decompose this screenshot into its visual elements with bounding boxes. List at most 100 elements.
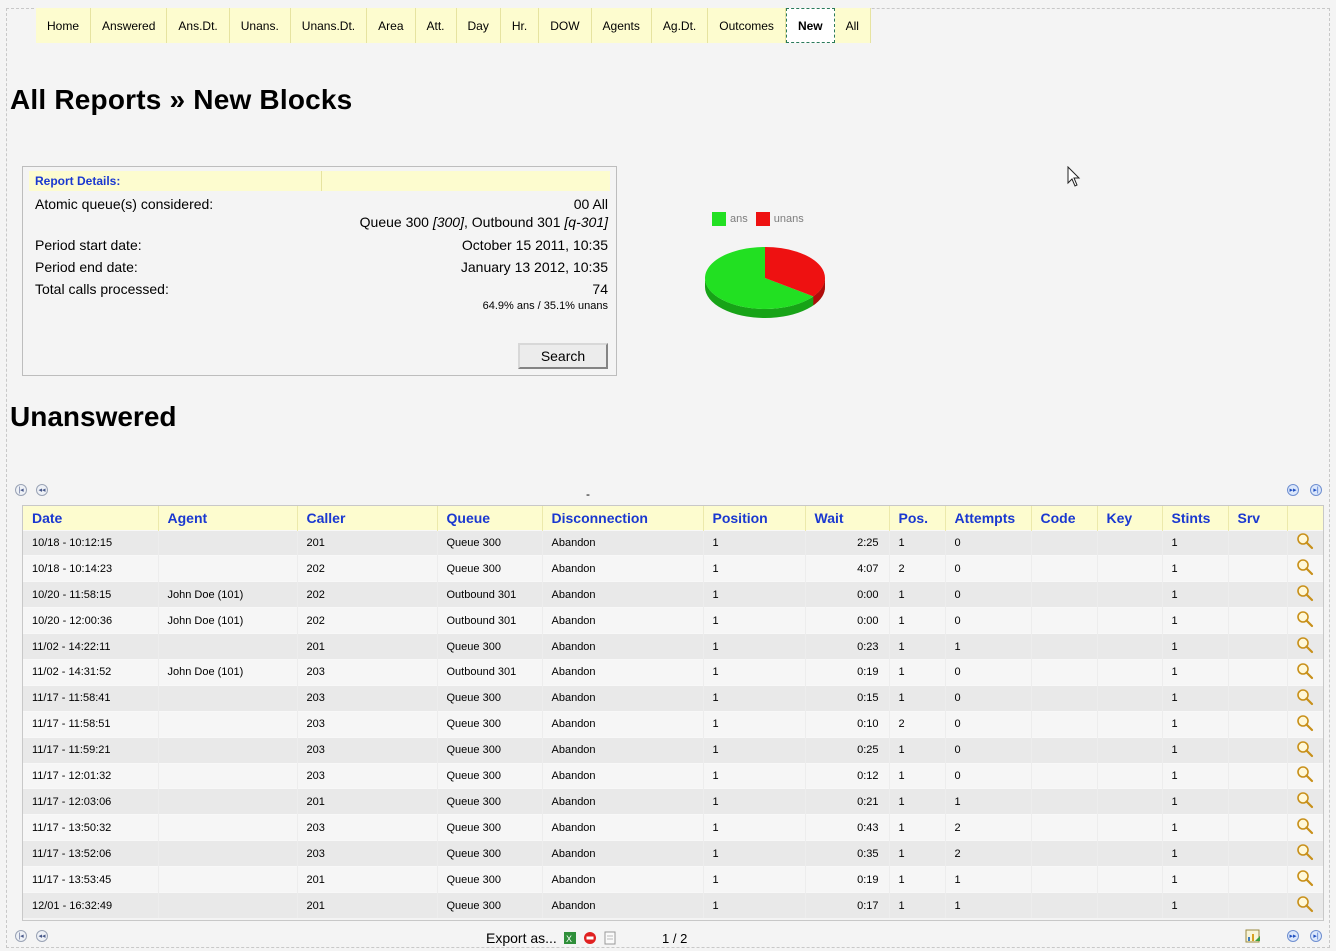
table-cell: 201 xyxy=(297,633,438,660)
column-header[interactable]: Srv xyxy=(1228,506,1288,530)
tab-unans-dt[interactable]: Unans.Dt. xyxy=(290,8,368,43)
magnifier-icon[interactable] xyxy=(1296,765,1314,783)
magnifier-icon[interactable] xyxy=(1296,584,1314,602)
tab-answered[interactable]: Answered xyxy=(91,8,168,43)
magnifier-icon[interactable] xyxy=(1296,740,1314,758)
table-cell xyxy=(1097,555,1163,582)
next-page-icon-bottom[interactable]: ▸▸ xyxy=(1287,930,1299,942)
magnifier-icon[interactable] xyxy=(1296,610,1314,628)
table-cell: Queue 300 xyxy=(437,866,543,893)
column-header[interactable]: Wait xyxy=(805,506,890,530)
table-cell: 1 xyxy=(889,866,946,893)
table-cell: 0:00 xyxy=(805,607,890,634)
table-cell xyxy=(1031,607,1098,634)
tab-day[interactable]: Day xyxy=(456,8,501,43)
table-cell xyxy=(1097,840,1163,867)
table-cell xyxy=(1228,814,1288,841)
last-page-icon[interactable]: ▸| xyxy=(1310,484,1322,496)
column-header[interactable]: Disconnection xyxy=(542,506,704,530)
total-calls-label: Total calls processed: xyxy=(35,281,169,297)
table-cell: 201 xyxy=(297,529,438,556)
table-cell: 1 xyxy=(1162,529,1229,556)
table-cell: Abandon xyxy=(542,891,704,919)
column-header[interactable]: Agent xyxy=(158,506,298,530)
search-button[interactable]: Search xyxy=(518,343,608,369)
tab-all[interactable]: All xyxy=(834,8,871,43)
table-cell xyxy=(1031,555,1098,582)
table-cell xyxy=(1031,891,1098,919)
magnifier-icon[interactable] xyxy=(1296,662,1314,680)
section-title: Unanswered xyxy=(10,401,177,432)
next-page-icon[interactable]: ▸▸ xyxy=(1287,484,1299,496)
table-cell: 0 xyxy=(945,555,1032,582)
csv-export-icon[interactable] xyxy=(603,931,617,945)
table-cell xyxy=(1097,684,1163,712)
tab-area[interactable]: Area xyxy=(367,8,416,43)
column-header[interactable]: Pos. xyxy=(889,506,946,530)
tab-home[interactable]: Home xyxy=(36,8,92,43)
magnifier-icon[interactable] xyxy=(1296,714,1314,732)
magnifier-icon[interactable] xyxy=(1296,636,1314,654)
column-header[interactable]: Code xyxy=(1031,506,1098,530)
magnifier-icon[interactable] xyxy=(1296,843,1314,861)
column-header[interactable]: Stints xyxy=(1162,506,1229,530)
chart-edit-icon[interactable] xyxy=(1245,928,1261,944)
first-page-icon-bottom[interactable]: |◂ xyxy=(15,930,27,942)
table-cell: 1 xyxy=(1162,658,1229,686)
queue-1-code: [300] xyxy=(432,214,464,230)
table-cell xyxy=(1031,658,1098,686)
table-cell: 0:43 xyxy=(805,814,890,841)
magnifier-icon[interactable] xyxy=(1296,532,1314,550)
tab-dow[interactable]: DOW xyxy=(539,8,592,43)
column-header[interactable]: Attempts xyxy=(945,506,1032,530)
column-header[interactable]: Queue xyxy=(437,506,543,530)
table-cell: John Doe (101) xyxy=(158,607,298,634)
column-header[interactable]: Date xyxy=(23,506,159,530)
excel-export-icon[interactable]: X xyxy=(563,931,577,945)
tab-ans-dt[interactable]: Ans.Dt. xyxy=(167,8,230,43)
table-cell xyxy=(1228,891,1288,919)
table-cell: 1 xyxy=(889,684,946,712)
queue-1-name: Queue 300 xyxy=(359,214,433,230)
prev-page-icon[interactable]: ◂◂ xyxy=(36,484,48,496)
pdf-export-icon[interactable] xyxy=(583,931,597,945)
tab-hr[interactable]: Hr. xyxy=(500,8,540,43)
tab-outcomes[interactable]: Outcomes xyxy=(708,8,786,43)
magnifier-icon[interactable] xyxy=(1296,817,1314,835)
magnifier-icon[interactable] xyxy=(1296,688,1314,706)
tab-agents[interactable]: Agents xyxy=(591,8,652,43)
table-cell: 0:19 xyxy=(805,658,890,686)
row-details-cell xyxy=(1287,529,1323,556)
column-header[interactable]: Caller xyxy=(297,506,438,530)
table-cell xyxy=(1031,736,1098,764)
tab-unans[interactable]: Unans. xyxy=(229,8,291,43)
table-cell: 1 xyxy=(703,866,806,893)
tab-new[interactable]: New xyxy=(785,8,835,43)
table-row: 11/17 - 12:01:32 203 Queue 300 Abandon 1 0:12… xyxy=(23,762,1323,789)
magnifier-icon[interactable] xyxy=(1296,558,1314,576)
first-page-icon[interactable]: |◂ xyxy=(15,484,27,496)
table-cell: Queue 300 xyxy=(437,736,543,764)
table-cell: Queue 300 xyxy=(437,633,543,660)
table-cell: 0 xyxy=(945,529,1032,556)
table-cell: Outbound 301 xyxy=(437,607,543,634)
table-cell: Queue 300 xyxy=(437,891,543,919)
magnifier-icon[interactable] xyxy=(1296,869,1314,887)
tab-ag-dt[interactable]: Ag.Dt. xyxy=(651,8,709,43)
prev-page-icon-bottom[interactable]: ◂◂ xyxy=(36,930,48,942)
row-details-cell xyxy=(1287,866,1323,893)
magnifier-icon[interactable] xyxy=(1296,895,1314,913)
column-header[interactable]: Key xyxy=(1097,506,1163,530)
table-cell: 1 xyxy=(889,658,946,686)
magnifier-icon[interactable] xyxy=(1296,791,1314,809)
legend-item-unans: unans xyxy=(755,212,804,226)
table-row: 11/17 - 11:59:21 203 Queue 300 Abandon 1 0:25… xyxy=(23,736,1323,764)
table-cell xyxy=(1228,529,1288,556)
tab-att[interactable]: Att. xyxy=(415,8,457,43)
table-cell: Queue 300 xyxy=(437,762,543,789)
table-cell: 1 xyxy=(703,762,806,789)
table-cell: 1 xyxy=(889,840,946,867)
row-details-cell xyxy=(1287,658,1323,686)
last-page-icon-bottom[interactable]: ▸| xyxy=(1310,930,1322,942)
column-header[interactable]: Position xyxy=(703,506,806,530)
